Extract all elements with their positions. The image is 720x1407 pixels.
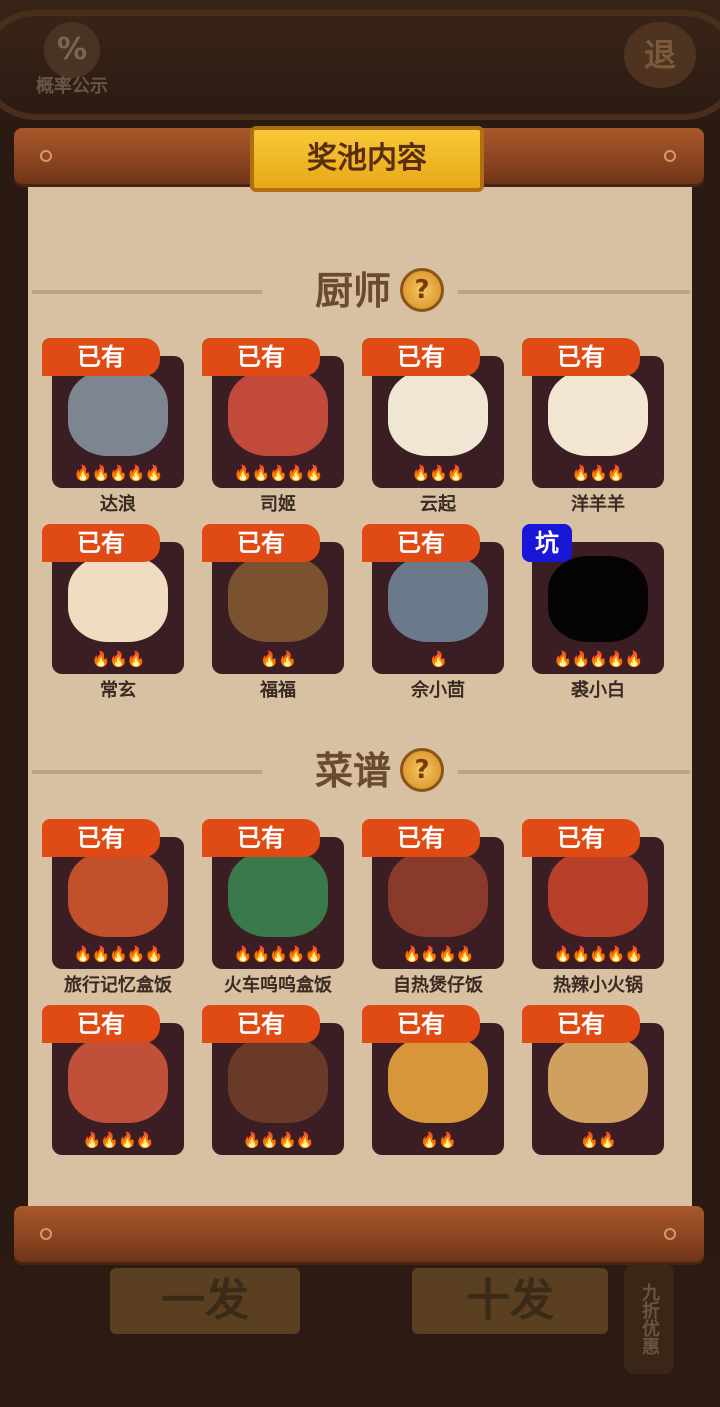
draw-ten-button[interactable]: 十发 bbox=[412, 1268, 608, 1334]
flame-rating-icon: 🔥🔥🔥 bbox=[571, 464, 625, 482]
chef-portrait bbox=[388, 370, 488, 456]
owned-badge: 已有 bbox=[522, 1005, 640, 1043]
peg bbox=[40, 150, 52, 162]
chef-name: 达浪 bbox=[100, 494, 136, 515]
help-icon[interactable]: ? bbox=[400, 268, 444, 312]
flame-rating-icon: 🔥🔥🔥🔥 bbox=[242, 1131, 315, 1149]
recipe-portrait bbox=[388, 1037, 488, 1123]
owned-badge: 已有 bbox=[42, 524, 160, 562]
flame-rating-icon: 🔥🔥🔥🔥🔥 bbox=[73, 945, 163, 963]
owned-badge: 已有 bbox=[362, 819, 480, 857]
recipe-name: 热辣小火锅 bbox=[553, 975, 643, 996]
panel-title: 奖池内容 bbox=[250, 126, 484, 192]
owned-badge: 已有 bbox=[42, 1005, 160, 1043]
chef-name: 裘小白 bbox=[571, 680, 625, 701]
chef-name: 司姬 bbox=[260, 494, 296, 515]
chef-portrait bbox=[388, 556, 488, 642]
flame-rating-icon: 🔥🔥 bbox=[420, 1131, 456, 1149]
flame-rating-icon: 🔥🔥 bbox=[260, 650, 296, 668]
owned-badge: 已有 bbox=[202, 819, 320, 857]
divider bbox=[32, 290, 262, 294]
help-icon[interactable]: ? bbox=[400, 748, 444, 792]
recipe-portrait bbox=[548, 851, 648, 937]
recipe-portrait bbox=[388, 851, 488, 937]
owned-badge: 已有 bbox=[202, 1005, 320, 1043]
recipe-portrait bbox=[228, 1037, 328, 1123]
flame-rating-icon: 🔥🔥🔥🔥🔥 bbox=[553, 650, 643, 668]
owned-badge: 已有 bbox=[522, 338, 640, 376]
chef-portrait bbox=[68, 556, 168, 642]
chef-portrait bbox=[548, 556, 648, 642]
owned-badge: 已有 bbox=[362, 1005, 480, 1043]
peg bbox=[40, 1228, 52, 1240]
recipe-name: 旅行记忆盒饭 bbox=[64, 975, 172, 996]
peg bbox=[664, 150, 676, 162]
recipe-name: 火车呜呜盒饭 bbox=[224, 975, 332, 996]
owned-badge: 已有 bbox=[522, 819, 640, 857]
owned-badge: 已有 bbox=[362, 338, 480, 376]
chef-name: 云起 bbox=[420, 494, 456, 515]
chef-portrait bbox=[228, 370, 328, 456]
divider bbox=[32, 770, 262, 774]
chef-portrait bbox=[548, 370, 648, 456]
recipe-section-header: 菜谱 ? bbox=[28, 744, 692, 798]
flame-rating-icon: 🔥🔥🔥🔥 bbox=[402, 945, 475, 963]
chef-portrait bbox=[68, 370, 168, 456]
flame-rating-icon: 🔥🔥🔥 bbox=[91, 650, 145, 668]
draw-one-button[interactable]: 一发 bbox=[110, 1268, 300, 1334]
peg bbox=[664, 1228, 676, 1240]
recipe-portrait bbox=[68, 1037, 168, 1123]
chef-section-header: 厨师 ? bbox=[28, 264, 692, 318]
owned-badge: 已有 bbox=[202, 524, 320, 562]
chef-name: 福福 bbox=[260, 680, 296, 701]
probability-button[interactable]: % 概率公示 bbox=[24, 22, 120, 102]
recipe-portrait bbox=[228, 851, 328, 937]
chef-name: 常玄 bbox=[100, 680, 136, 701]
flame-rating-icon: 🔥🔥🔥 bbox=[411, 464, 465, 482]
owned-badge: 已有 bbox=[42, 819, 160, 857]
bottom-bar bbox=[0, 1260, 720, 1407]
flame-rating-icon: 🔥🔥🔥🔥🔥 bbox=[233, 464, 323, 482]
owned-badge: 已有 bbox=[42, 338, 160, 376]
chef-section-title: 厨师 bbox=[314, 269, 391, 313]
flame-rating-icon: 🔥🔥 bbox=[580, 1131, 616, 1149]
owned-badge: 已有 bbox=[202, 338, 320, 376]
prize-pool-panel: 厨师 ? 🔥🔥🔥🔥🔥 已有 达浪 🔥🔥🔥🔥🔥 已有 司姬 🔥🔥🔥 已有 云起 🔥🔥🔥 已有 洋羊羊 🔥🔥… bbox=[28, 150, 692, 1210]
flame-rating-icon: 🔥 bbox=[429, 650, 448, 668]
chef-portrait bbox=[228, 556, 328, 642]
discount-tag: 九折优惠 bbox=[624, 1264, 674, 1374]
divider bbox=[458, 290, 690, 294]
percent-icon: % bbox=[44, 22, 100, 78]
scroll-rod-bottom bbox=[14, 1206, 704, 1262]
recipe-portrait bbox=[548, 1037, 648, 1123]
flame-rating-icon: 🔥🔥🔥🔥 bbox=[82, 1131, 155, 1149]
owned-badge: 坑 bbox=[522, 524, 572, 562]
recipe-name: 自热煲仔饭 bbox=[393, 975, 483, 996]
recipe-section-title: 菜谱 bbox=[314, 749, 391, 793]
flame-rating-icon: 🔥🔥🔥🔥🔥 bbox=[73, 464, 163, 482]
flame-rating-icon: 🔥🔥🔥🔥🔥 bbox=[553, 945, 643, 963]
recipe-portrait bbox=[68, 851, 168, 937]
exit-button[interactable]: 退 bbox=[624, 22, 696, 88]
chef-name: 佘小茴 bbox=[411, 680, 465, 701]
divider bbox=[458, 770, 690, 774]
chef-name: 洋羊羊 bbox=[571, 494, 625, 515]
probability-label: 概率公示 bbox=[36, 76, 108, 97]
owned-badge: 已有 bbox=[362, 524, 480, 562]
flame-rating-icon: 🔥🔥🔥🔥🔥 bbox=[233, 945, 323, 963]
